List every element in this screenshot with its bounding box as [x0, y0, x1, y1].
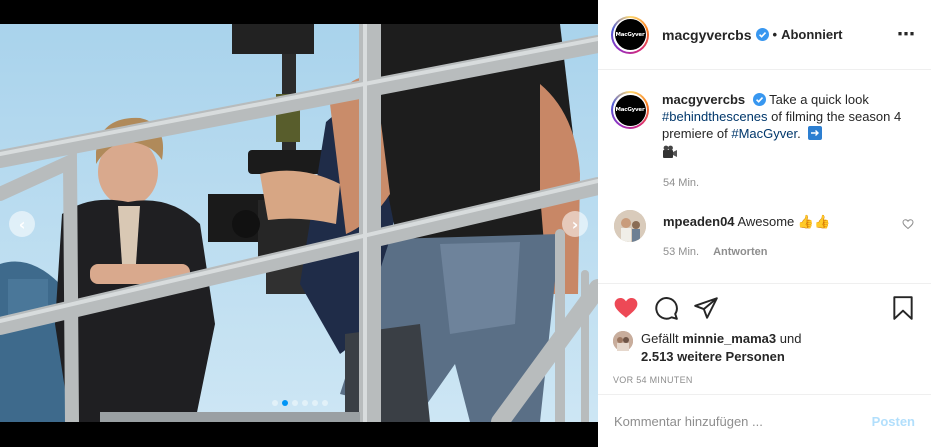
caption-text-part: Take a quick look — [765, 92, 869, 107]
macgyver-logo: MacGyver — [614, 94, 646, 126]
carousel-dot-active — [282, 400, 288, 406]
next-photo-button[interactable]: › — [562, 211, 588, 237]
post-sidebar: MacGyver macgyvercbs • Abonniert ⋯ MacGy… — [598, 0, 931, 447]
likes-text: Gefällt minnie_mama3 und 2.513 weitere P… — [641, 330, 801, 366]
more-options-icon[interactable]: ⋯ — [897, 24, 916, 45]
post-photo — [0, 24, 598, 422]
carousel-dot — [292, 400, 298, 406]
comments-list: MacGyver macgyvercbs Take a quick look #… — [598, 71, 931, 283]
previous-photo-button[interactable]: ‹ — [9, 211, 35, 237]
share-paper-plane-icon[interactable] — [693, 295, 719, 321]
movie-camera-emoji-icon — [663, 145, 677, 158]
post-comment-button[interactable]: Posten — [872, 414, 915, 429]
verified-badge-icon — [755, 28, 769, 41]
comment-content: Awesome 👍👍 — [734, 214, 831, 229]
follow-status-button[interactable]: Abonniert — [781, 27, 842, 42]
avatar-border: MacGyver — [613, 93, 647, 127]
post-media: ‹ › — [0, 0, 598, 447]
liker-username[interactable]: minnie_mama3 — [682, 331, 776, 346]
comment-item: mpeaden04 Awesome 👍👍 53 Min. Antworten — [611, 210, 916, 258]
comment-input[interactable] — [614, 413, 864, 429]
post-actions: Gefällt minnie_mama3 und 2.513 weitere P… — [598, 283, 931, 393]
likes-summary: Gefällt minnie_mama3 und 2.513 weitere P… — [613, 330, 916, 366]
likes-count-link[interactable]: 2.513 weitere Personen — [641, 349, 785, 364]
header-username[interactable]: macgyvercbs — [662, 27, 752, 43]
add-comment-section: Posten — [598, 394, 931, 447]
commenter-avatar[interactable] — [614, 210, 646, 242]
caption-time: 54 Min. — [663, 177, 700, 189]
save-bookmark-icon[interactable] — [890, 295, 916, 321]
likes-prefix: Gefällt — [641, 331, 683, 346]
comment-time: 53 Min. — [663, 246, 700, 258]
likes-middle: und — [776, 331, 802, 346]
post-modal: ‹ › MacGyver macgyvercbs • Abonniert ⋯ M… — [0, 0, 931, 447]
comment-body: mpeaden04 Awesome 👍👍 53 Min. Antworten — [663, 210, 830, 258]
photo-scene — [0, 24, 598, 422]
caption-avatar[interactable]: MacGyver — [611, 91, 649, 129]
carousel-dot — [312, 400, 318, 406]
verified-badge-icon — [752, 93, 766, 106]
caption-text: macgyvercbs Take a quick look #behindthe… — [662, 91, 902, 163]
carousel-dot — [302, 400, 308, 406]
right-arrow-emoji-icon — [808, 126, 823, 140]
comment-icon[interactable] — [653, 295, 679, 321]
post-header: MacGyver macgyvercbs • Abonniert ⋯ — [598, 0, 931, 70]
comment-like-heart-icon[interactable] — [902, 218, 914, 230]
liker-avatar[interactable] — [613, 331, 633, 351]
separator-dot: • — [772, 27, 778, 42]
caption-username[interactable]: macgyvercbs — [662, 92, 745, 107]
comment-text: mpeaden04 Awesome 👍👍 — [663, 213, 830, 230]
carousel-dot — [272, 400, 278, 406]
macgyver-logo: MacGyver — [614, 19, 646, 50]
like-heart-icon[interactable] — [613, 295, 639, 321]
carousel-indicator — [272, 400, 328, 406]
hashtag-link[interactable]: #MacGyver — [731, 126, 797, 141]
comment-meta: 53 Min. Antworten — [663, 246, 830, 258]
caption-text-part: . — [797, 126, 801, 141]
hashtag-link[interactable]: #behindthescenes — [662, 109, 768, 124]
avatar[interactable]: MacGyver — [611, 15, 649, 54]
action-icons — [613, 284, 916, 332]
carousel-dot — [322, 400, 328, 406]
caption: MacGyver macgyvercbs Take a quick look #… — [611, 91, 916, 163]
reply-button[interactable]: Antworten — [713, 246, 767, 258]
comment-username[interactable]: mpeaden04 — [663, 214, 735, 229]
avatar-border: MacGyver — [613, 17, 647, 52]
post-timestamp: VOR 54 MINUTEN — [613, 375, 693, 385]
